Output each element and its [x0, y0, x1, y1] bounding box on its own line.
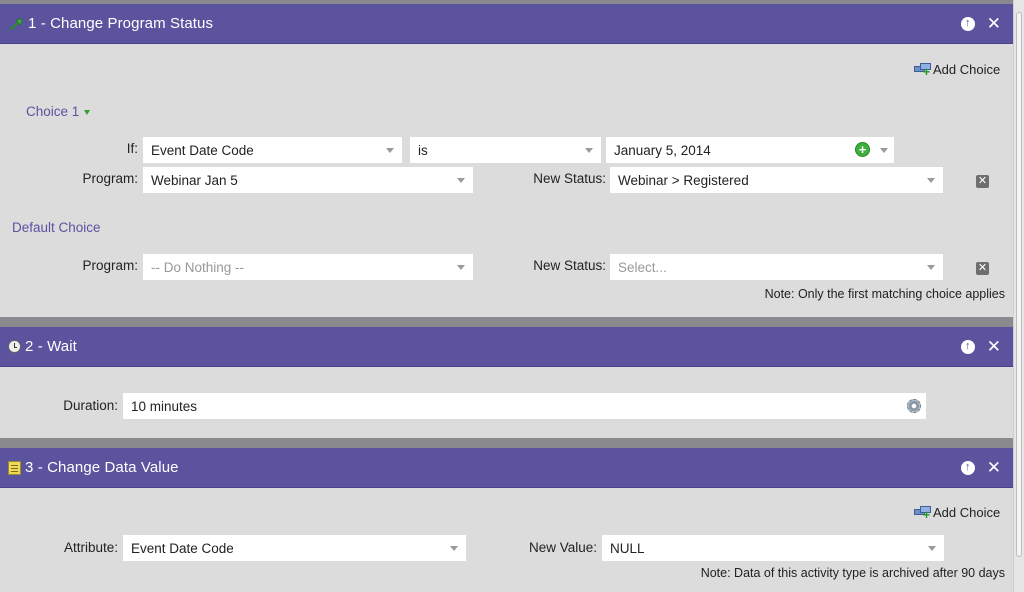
dropdown-arrow-icon	[927, 265, 935, 270]
notepad-icon	[8, 460, 21, 475]
delete-step-button[interactable]: ✕	[987, 459, 1001, 476]
expand-triangle-icon	[84, 109, 91, 115]
choice-1-label: Choice 1	[26, 104, 80, 119]
flow-step-change-data-value: 3 - Change Data Value ↑ ✕ + Add Choice A…	[0, 448, 1013, 592]
add-choice-icon: +	[914, 62, 933, 78]
dropdown-arrow-icon	[386, 148, 394, 153]
value-dropdown-arrow-icon[interactable]	[880, 148, 888, 153]
operator-select[interactable]: is	[410, 137, 601, 163]
program-select[interactable]: Webinar Jan 5	[143, 167, 473, 193]
add-choice-label: Add Choice	[933, 62, 1001, 77]
default-program-label: Program:	[82, 258, 138, 273]
duration-value: 10 minutes	[131, 398, 198, 414]
move-up-button[interactable]: ↑	[960, 339, 975, 354]
dropdown-arrow-icon	[457, 178, 465, 183]
add-choice-label: Add Choice	[933, 505, 1001, 520]
delete-step-button[interactable]: ✕	[987, 15, 1001, 32]
attribute-value: Event Date Code	[131, 540, 234, 556]
new-value-label: New Value:	[528, 540, 597, 555]
dropdown-arrow-icon	[585, 148, 593, 153]
step-header[interactable]: 3 - Change Data Value ↑ ✕	[0, 448, 1013, 488]
step-body: + Add Choice Choice 1 If: Event Date Cod…	[0, 44, 1013, 317]
dropdown-arrow-icon	[457, 265, 465, 270]
step-title: 3 - Change Data Value	[25, 459, 179, 476]
step-header[interactable]: 1 - Change Program Status ↑ ✕	[0, 4, 1013, 44]
scrollbar-thumb[interactable]	[1016, 12, 1022, 557]
new-status-value: Webinar > Registered	[618, 172, 749, 188]
value-text: January 5, 2014	[614, 142, 711, 158]
clock-icon	[8, 340, 21, 353]
if-label: If:	[126, 141, 138, 156]
program-value: Webinar Jan 5	[151, 172, 238, 188]
step-title: 1 - Change Program Status	[28, 15, 214, 32]
duration-input[interactable]: 10 minutes	[123, 393, 926, 419]
flow-step-change-program-status: 1 - Change Program Status ↑ ✕ + Add Choi…	[0, 4, 1013, 317]
duration-label: Duration:	[63, 398, 118, 413]
flow-step-wait: 2 - Wait ↑ ✕ Duration: 10 minutes	[0, 327, 1013, 438]
new-status-label: New Status:	[533, 171, 606, 186]
attribute-select[interactable]: Event Date Code	[123, 535, 466, 561]
step-body: Duration: 10 minutes	[0, 367, 1013, 438]
gear-icon[interactable]	[907, 399, 921, 413]
step-title: 2 - Wait	[25, 338, 77, 355]
archive-note: Note: Data of this activity type is arch…	[700, 566, 1005, 580]
if-attribute-select[interactable]: Event Date Code	[143, 137, 402, 163]
add-choice-button[interactable]: + Add Choice	[914, 505, 1001, 521]
if-attribute-value: Event Date Code	[151, 142, 254, 158]
remove-default-choice-button[interactable]: ✕	[976, 262, 989, 275]
remove-choice-button[interactable]: ✕	[976, 175, 989, 188]
new-value-text: NULL	[610, 540, 645, 556]
delete-step-button[interactable]: ✕	[987, 338, 1001, 355]
add-choice-button[interactable]: + Add Choice	[914, 62, 1001, 78]
default-new-status-select[interactable]: Select...	[610, 254, 943, 280]
step-separator	[0, 317, 1013, 327]
step-header[interactable]: 2 - Wait ↑ ✕	[0, 327, 1013, 367]
default-program-select[interactable]: -- Do Nothing --	[143, 254, 473, 280]
attribute-label: Attribute:	[63, 540, 118, 555]
program-label: Program:	[82, 171, 138, 186]
default-new-status-placeholder: Select...	[618, 259, 667, 275]
default-program-value: -- Do Nothing --	[151, 259, 245, 275]
dropdown-arrow-icon	[450, 546, 458, 551]
add-value-button[interactable]: +	[855, 142, 870, 157]
move-up-button[interactable]: ↑	[960, 460, 975, 475]
step-separator	[0, 438, 1013, 448]
choice-1-toggle[interactable]: Choice 1	[26, 104, 91, 119]
value-input[interactable]: January 5, 2014	[606, 137, 894, 163]
green-arrow-icon	[9, 18, 23, 31]
move-up-button[interactable]: ↑	[960, 16, 975, 31]
default-new-status-label: New Status:	[533, 258, 606, 273]
dropdown-arrow-icon	[928, 546, 936, 551]
choice-note: Note: Only the first matching choice app…	[764, 287, 1005, 301]
new-status-select[interactable]: Webinar > Registered	[610, 167, 943, 193]
operator-value: is	[418, 142, 428, 158]
add-choice-icon: +	[914, 505, 933, 521]
step-body: + Add Choice Attribute: Event Date Code …	[0, 488, 1013, 592]
default-choice-heading: Default Choice	[12, 220, 101, 235]
dropdown-arrow-icon	[927, 178, 935, 183]
new-value-select[interactable]: NULL	[602, 535, 944, 561]
